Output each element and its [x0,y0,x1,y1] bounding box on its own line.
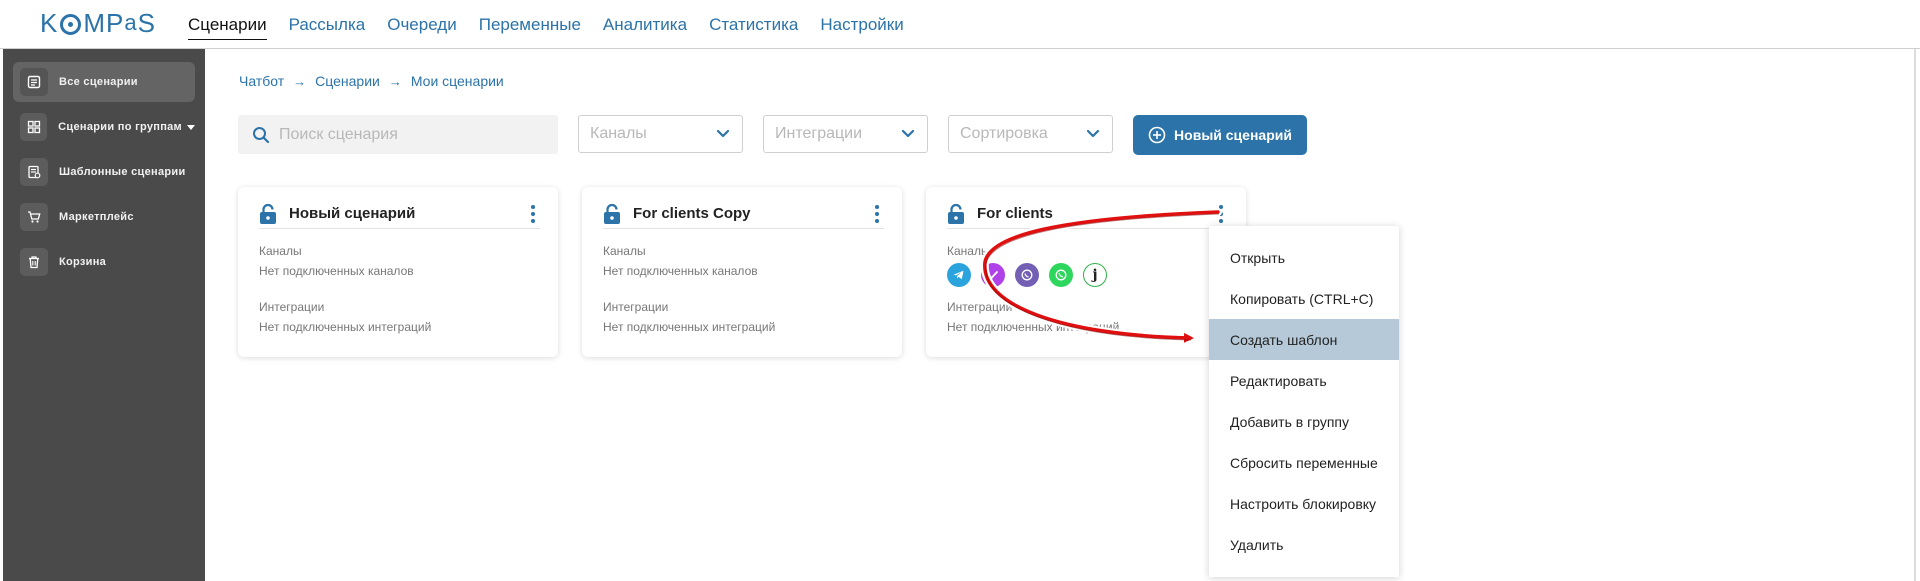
nav-statistics[interactable]: Статистика [709,0,798,49]
lock-icon[interactable] [947,203,965,225]
sidebar-item-trash[interactable]: Корзина [13,242,195,282]
sort-select-placeholder: Сортировка [960,125,1048,142]
chevron-down-icon [716,129,730,138]
sidebar-item-label: Корзина [59,256,107,268]
breadcrumb: Чатбот → Сценарии → Мои сценарии [239,73,504,89]
card-header: For clients Copy [603,199,884,229]
list-icon [20,68,48,96]
arrow-right-icon: → [293,73,307,89]
more-vertical-icon[interactable] [870,204,884,224]
lock-icon[interactable] [259,203,277,225]
sidebar-item-label: Все сценарии [59,76,138,88]
template-icon [20,158,48,186]
menu-item-configure-lock[interactable]: Настроить блокировку [1209,483,1399,524]
sidebar-item-groups[interactable]: Сценарии по группам [13,107,195,147]
search-placeholder: Поиск сценария [279,125,398,143]
sort-select[interactable]: Сортировка [948,115,1113,153]
sidebar: Все сценарии Сценарии по группам Шаблонн… [3,49,205,581]
nav-variables[interactable]: Переменные [479,0,581,49]
more-vertical-icon[interactable] [1214,204,1228,224]
more-vertical-icon[interactable] [526,204,540,224]
whatsapp-icon [1049,263,1073,287]
logo-o-icon [60,13,82,35]
integrations-label: Интеграции [603,300,669,314]
channels-label: Каналы [259,244,302,258]
nav-settings[interactable]: Настройки [820,0,903,49]
search-input[interactable]: Поиск сценария [238,115,558,154]
integrations-select[interactable]: Интеграции [763,115,928,153]
trash-icon [20,248,48,276]
channels-value: Нет подключенных каналов [603,264,758,278]
search-icon [253,126,270,143]
jivo-icon: j [1083,263,1107,287]
card-title[interactable]: Новый сценарий [289,205,526,222]
channel-icons: j [947,263,1107,287]
viber-purple-icon [981,263,1005,287]
telegram-icon [947,263,971,287]
logo[interactable]: K MP a S [40,8,156,38]
nav-analytics[interactable]: Аналитика [603,0,687,49]
top-bar: K MP a S Сценарии Рассылка Очереди Переменн… [0,0,1920,49]
new-scenario-label: Новый сценарий [1174,127,1292,143]
integrations-value: Нет подключенных интеграций [259,320,432,334]
logo-k: K [40,7,59,38]
chevron-down-icon [901,129,915,138]
grid-icon [20,113,48,141]
menu-item-copy[interactable]: Копировать (CTRL+C) [1209,278,1399,319]
menu-item-edit[interactable]: Редактировать [1209,360,1399,401]
plus-circle-icon [1148,126,1166,144]
nav-queues[interactable]: Очереди [387,0,457,49]
integrations-value: Нет подключенных интеграций [603,320,776,334]
integrations-value: Нет подключенных интеграций [947,320,1120,334]
integrations-label: Интеграции [259,300,325,314]
channels-select-placeholder: Каналы [590,125,647,142]
card-header: For clients [947,199,1228,229]
nav-mailing[interactable]: Рассылка [289,0,366,49]
cart-icon [20,203,48,231]
menu-item-delete[interactable]: Удалить [1209,524,1399,565]
sidebar-item-label: Маркетплейс [59,211,134,223]
right-scroll-edge [1914,49,1916,581]
main-nav: Сценарии Рассылка Очереди Переменные Ана… [188,0,904,49]
card-header: Новый сценарий [259,199,540,229]
channels-label: Каналы [947,244,990,258]
lock-icon[interactable] [603,203,621,225]
logo-mp: MP [83,7,125,38]
channels-select[interactable]: Каналы [578,115,743,153]
new-scenario-button[interactable]: Новый сценарий [1133,115,1307,155]
nav-scenarios[interactable]: Сценарии [188,0,267,49]
context-menu: Открыть Копировать (CTRL+C) Создать шабл… [1209,226,1399,577]
logo-s: S [137,7,156,38]
menu-item-reset-variables[interactable]: Сбросить переменные [1209,442,1399,483]
sidebar-item-all-scenarios[interactable]: Все сценарии [13,62,195,102]
breadcrumb-my-scenarios[interactable]: Мои сценарии [411,73,504,89]
card-title[interactable]: For clients Copy [633,205,870,222]
menu-item-open[interactable]: Открыть [1209,237,1399,278]
integrations-select-placeholder: Интеграции [775,125,863,142]
sidebar-item-marketplace[interactable]: Маркетплейс [13,197,195,237]
scenario-card[interactable]: Новый сценарий Каналы Нет подключенных к… [238,187,558,357]
viber-icon [1015,263,1039,287]
integrations-label: Интеграции [947,300,1013,314]
chevron-down-icon [1086,129,1100,138]
scenario-card[interactable]: For clients Copy Каналы Нет подключенных… [582,187,902,357]
logo-a: a [124,10,138,35]
chevron-down-icon[interactable] [187,124,195,130]
card-title[interactable]: For clients [977,205,1214,222]
arrow-right-icon: → [388,73,402,89]
scenario-card[interactable]: For clients Каналы j Интеграции Нет подк… [926,187,1246,357]
breadcrumb-scenarios[interactable]: Сценарии [315,73,380,89]
sidebar-item-label: Сценарии по группам [58,121,182,133]
channels-value: Нет подключенных каналов [259,264,414,278]
breadcrumb-chatbot[interactable]: Чатбот [239,73,284,89]
channels-label: Каналы [603,244,646,258]
sidebar-item-templates[interactable]: Шаблонные сценарии [13,152,195,192]
sidebar-item-label: Шаблонные сценарии [59,166,186,178]
menu-item-create-template[interactable]: Создать шаблон [1209,319,1399,360]
menu-item-add-to-group[interactable]: Добавить в группу [1209,401,1399,442]
